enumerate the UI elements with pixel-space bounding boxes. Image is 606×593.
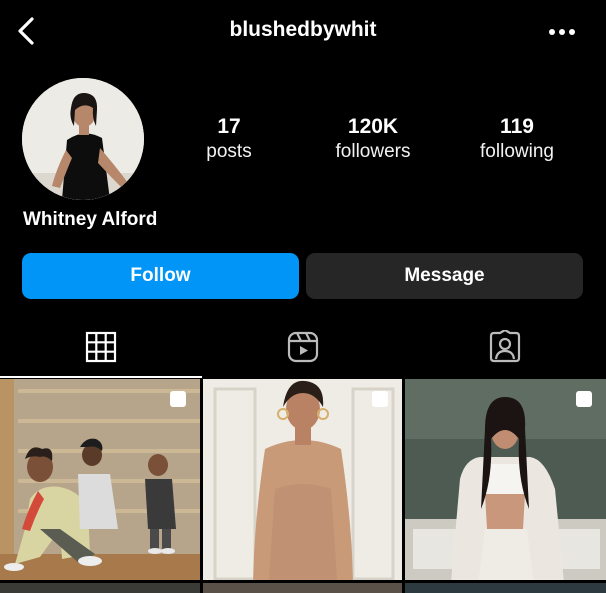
multiple-posts-icon <box>576 391 592 407</box>
posts-count-value: 17 <box>217 115 241 138</box>
selected-tab-indicator <box>0 376 202 378</box>
profile-avatar[interactable] <box>22 78 144 200</box>
profile-username: blushedbywhit <box>229 18 377 41</box>
message-button[interactable]: Message <box>306 253 583 299</box>
top-bar: blushedbywhit <box>0 0 606 62</box>
multiple-posts-icon <box>170 391 186 407</box>
following-count-label: following <box>480 141 554 162</box>
multiple-posts-icon <box>372 391 388 407</box>
tab-reels-icon[interactable] <box>286 330 320 364</box>
post-thumbnail[interactable] <box>0 379 200 593</box>
post-thumbnail[interactable] <box>405 379 606 593</box>
followers-count-value: 120K <box>347 115 399 138</box>
post-thumbnail[interactable] <box>203 379 402 593</box>
more-options-icon[interactable] <box>548 28 576 36</box>
follow-button[interactable]: Follow <box>22 253 299 299</box>
tab-grid-icon[interactable] <box>84 330 118 364</box>
followers-count[interactable]: 120K followers <box>313 115 433 165</box>
next-row-thumbnails <box>0 580 606 593</box>
posts-count[interactable]: 17 posts <box>169 115 289 165</box>
following-count[interactable]: 119 following <box>457 115 577 165</box>
following-count-value: 119 <box>500 115 534 138</box>
tab-tagged-icon[interactable] <box>488 330 522 364</box>
posts-count-label: posts <box>206 141 252 162</box>
profile-full-name: Whitney Alford <box>23 209 158 230</box>
followers-count-label: followers <box>335 141 411 162</box>
